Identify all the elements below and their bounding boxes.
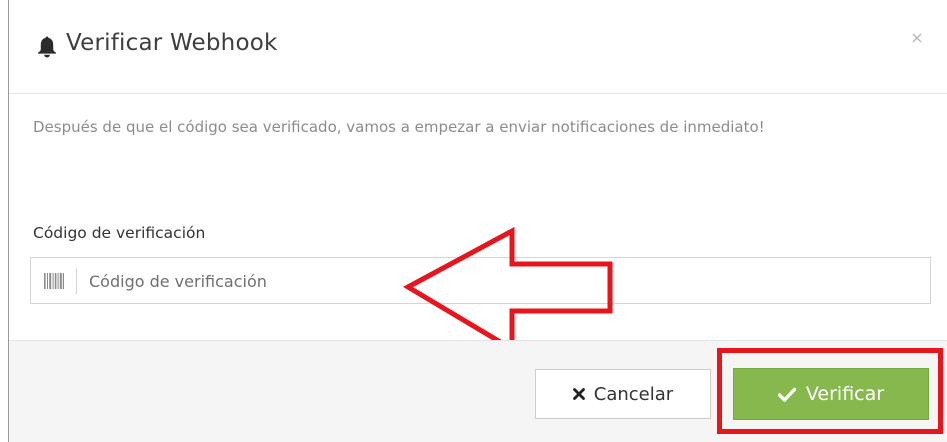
barcode-icon (44, 273, 64, 289)
verification-code-input-group (30, 257, 931, 304)
cancel-button[interactable]: Cancelar (535, 369, 711, 419)
dialog-description: Después de que el código sea verificado,… (33, 118, 765, 136)
dialog-title: Verificar Webhook (66, 30, 278, 56)
verification-code-input[interactable] (89, 266, 909, 296)
input-addon-divider (76, 268, 77, 294)
verify-webhook-dialog: Verificar Webhook Después de que el códi… (0, 0, 947, 442)
dialog-header: Verificar Webhook (9, 0, 947, 94)
x-icon (572, 388, 585, 400)
verification-code-label: Código de verificación (33, 224, 206, 242)
dialog-body: Después de que el código sea verificado,… (9, 94, 947, 340)
cancel-button-label: Cancelar (593, 383, 674, 405)
dialog-footer: Cancelar Verificar (9, 340, 947, 442)
check-icon (777, 387, 796, 402)
close-icon[interactable] (910, 31, 924, 45)
verify-button[interactable]: Verificar (733, 368, 929, 420)
bell-icon (38, 36, 56, 58)
verify-button-label: Verificar (805, 383, 885, 405)
